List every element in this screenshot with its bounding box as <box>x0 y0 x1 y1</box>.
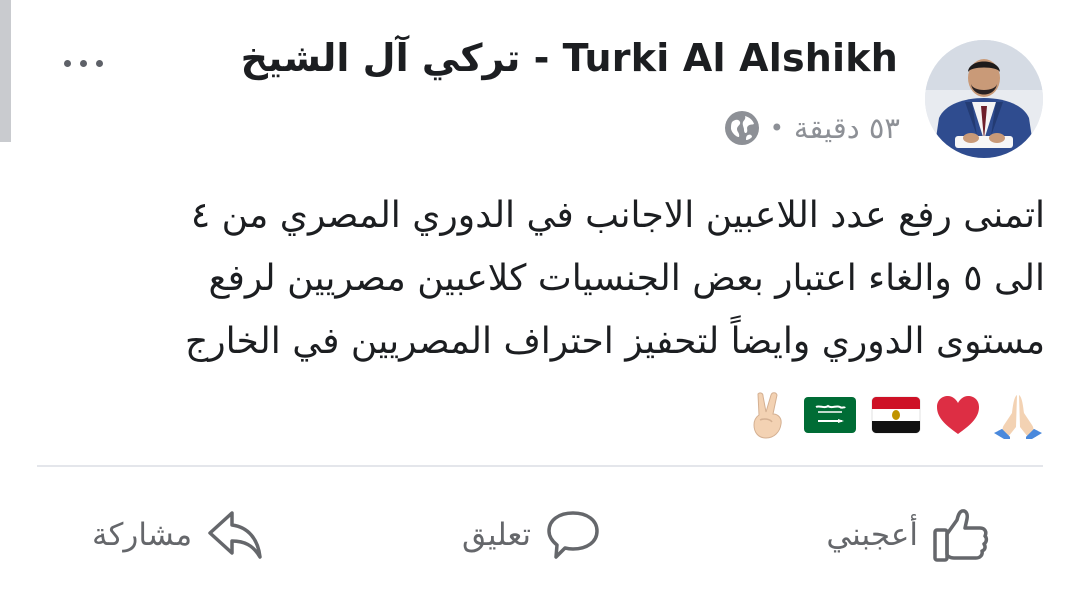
comment-label: تعليق <box>462 517 532 553</box>
more-options-button[interactable] <box>55 48 111 78</box>
post-text-line: اتمنى رفع عدد اللاعبين الاجانب في الدوري… <box>190 195 1045 236</box>
folded-hands-emoji <box>994 395 1042 439</box>
author-avatar[interactable] <box>925 40 1043 158</box>
more-horizontal-icon <box>63 59 71 67</box>
like-button[interactable]: أعجبني <box>826 500 990 570</box>
share-label: مشاركة <box>92 517 193 553</box>
post-divider <box>37 465 1043 467</box>
post-meta: ٥٣ دقيقة • <box>724 108 900 148</box>
like-label: أعجبني <box>826 517 918 553</box>
scroll-edge-bar <box>0 0 11 142</box>
more-dot <box>79 59 87 67</box>
post-text-line: مستوى الدوري وايضاً لتحفيز احتراف المصري… <box>184 321 1045 362</box>
avatar-image <box>925 40 1043 158</box>
post-text: اتمنى رفع عدد اللاعبين الاجانب في الدوري… <box>40 184 1045 373</box>
red-heart-emoji <box>937 396 979 434</box>
emoji-row <box>746 390 1042 440</box>
victory-hand-emoji <box>753 392 782 439</box>
comment-button[interactable]: تعليق <box>462 500 601 570</box>
more-dot <box>95 59 103 67</box>
comment-bubble-icon <box>547 511 599 559</box>
post-timestamp[interactable]: ٥٣ دقيقة <box>794 111 900 145</box>
author-name[interactable]: تركي آل الشيخ - Turki Al Alshikh <box>241 36 898 80</box>
egypt-flag-emoji <box>871 396 921 434</box>
meta-separator: • <box>769 114 784 142</box>
share-button[interactable]: مشاركة <box>92 500 264 570</box>
globe-icon[interactable] <box>724 110 760 146</box>
share-arrow-icon <box>208 511 262 559</box>
post-text-line: الى ٥ والغاء اعتبار بعض الجنسيات كلاعبين… <box>208 258 1045 299</box>
thumbs-up-icon <box>933 509 989 562</box>
saudi-flag-emoji <box>804 397 856 433</box>
